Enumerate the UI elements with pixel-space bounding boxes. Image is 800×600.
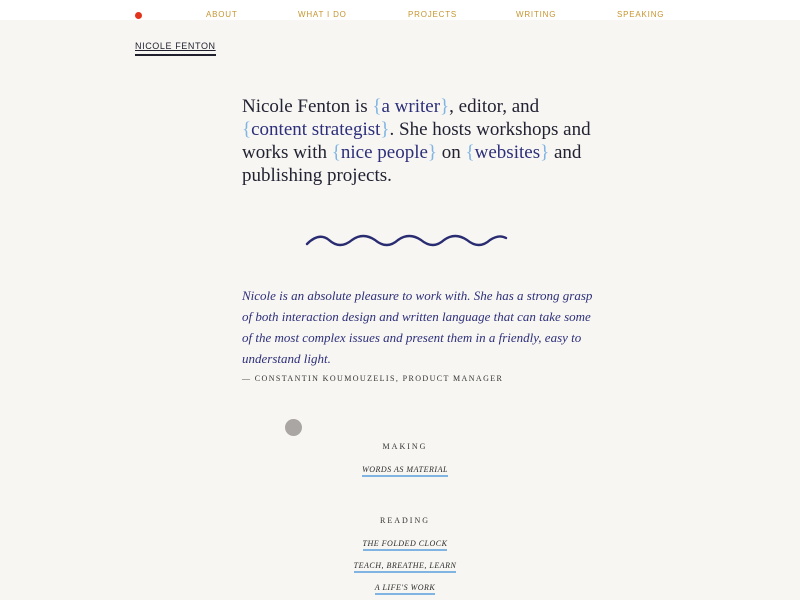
brace-open: { bbox=[331, 142, 341, 163]
link-websites[interactable]: websites bbox=[475, 142, 540, 163]
brace-open: { bbox=[242, 119, 252, 140]
brace-close: } bbox=[380, 119, 390, 140]
nav-item-what-i-do[interactable]: WHAT I DO bbox=[298, 10, 347, 19]
link-words-as-material[interactable]: WORDS AS MATERIAL bbox=[362, 464, 448, 477]
brace-close: } bbox=[440, 96, 450, 117]
intro-paragraph: Nicole Fenton is {a writer}, editor, and… bbox=[242, 95, 602, 187]
wave-divider-icon bbox=[305, 234, 508, 247]
link-a-lifes-work[interactable]: A LIFE'S WORK bbox=[374, 582, 436, 595]
link-the-folded-clock[interactable]: THE FOLDED CLOCK bbox=[362, 538, 448, 551]
reading-heading: READING bbox=[380, 516, 430, 525]
link-content-strategist[interactable]: content strategist bbox=[251, 119, 380, 140]
top-bar bbox=[0, 0, 800, 20]
intro-text: Nicole Fenton is bbox=[242, 96, 373, 117]
brace-close: } bbox=[540, 142, 550, 163]
brace-open: { bbox=[465, 142, 475, 163]
nav-item-about[interactable]: ABOUT bbox=[206, 10, 238, 19]
brace-close: } bbox=[427, 142, 438, 163]
site-title-link[interactable]: NICOLE FENTON bbox=[135, 41, 216, 56]
making-heading: MAKING bbox=[382, 442, 428, 451]
nav-item-projects[interactable]: PROJECTS bbox=[408, 10, 457, 19]
intro-text: , editor, and bbox=[449, 96, 540, 117]
making-section: MAKING WORDS AS MATERIAL bbox=[300, 442, 510, 479]
nav-item-writing[interactable]: WRITING bbox=[516, 10, 556, 19]
testimonial-citation: — CONSTANTIN KOUMOUZELIS, PRODUCT MANAGE… bbox=[242, 374, 504, 383]
reading-section: READING THE FOLDED CLOCK TEACH, BREATHE,… bbox=[300, 516, 510, 597]
intro-text: on bbox=[437, 142, 466, 163]
testimonial-quote: Nicole is an absolute pleasure to work w… bbox=[242, 288, 593, 366]
nav-item-speaking[interactable]: SPEAKING bbox=[617, 10, 664, 19]
link-nice-people[interactable]: nice people bbox=[341, 142, 428, 163]
link-teach-breathe-learn[interactable]: TEACH, BREATHE, LEARN bbox=[353, 560, 457, 573]
grey-circle-icon bbox=[285, 419, 302, 436]
link-a-writer[interactable]: a writer bbox=[381, 96, 440, 117]
home-dot-icon[interactable] bbox=[135, 12, 142, 19]
